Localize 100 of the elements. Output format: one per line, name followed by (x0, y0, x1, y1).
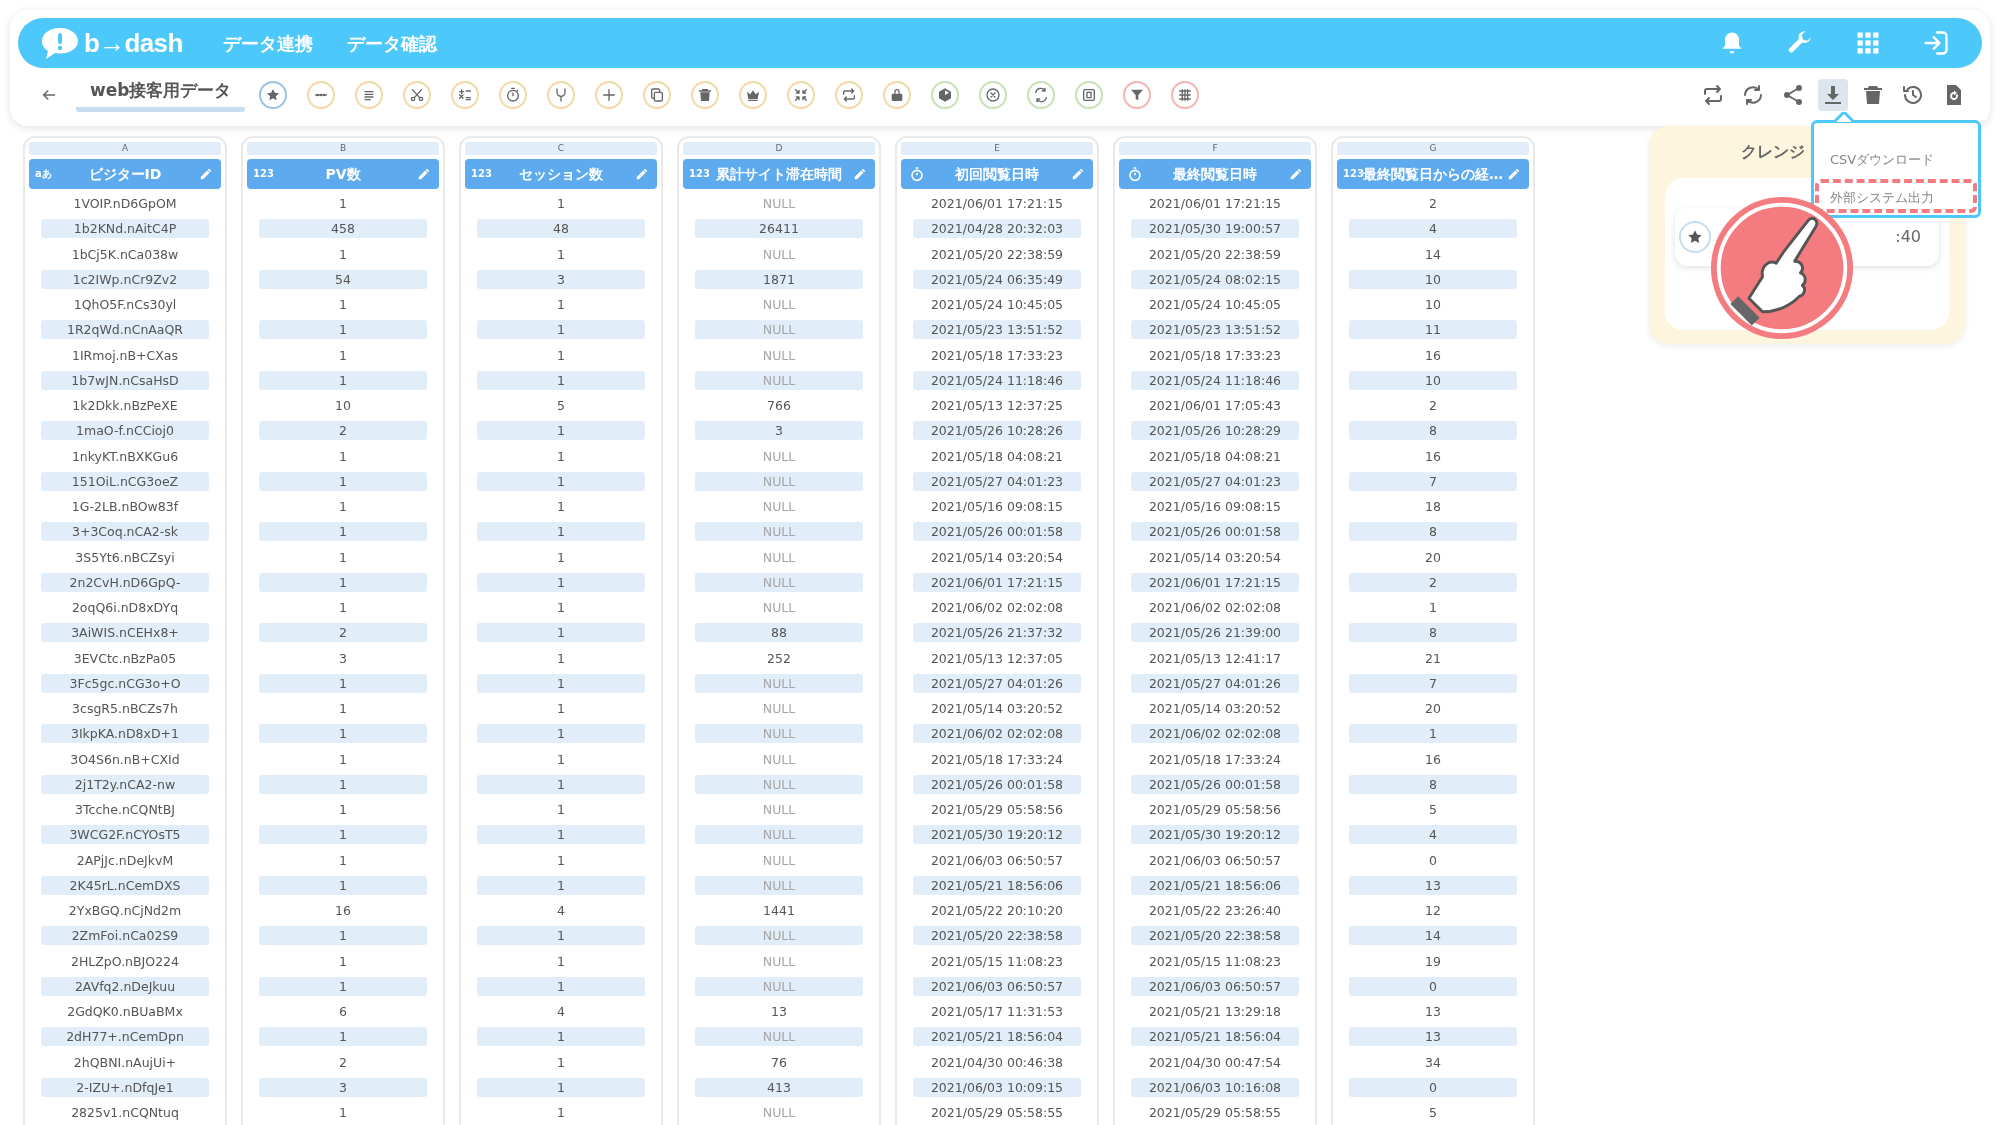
table-cell: 10 (1349, 269, 1517, 289)
table-cell: 1 (477, 825, 645, 845)
column-letter[interactable]: B (247, 142, 439, 155)
lock-tool-button[interactable] (883, 81, 912, 109)
table-cell: 1 (477, 774, 645, 794)
table-cell: 1b7wJN.nCsaHsD (41, 370, 209, 390)
collapse-tool-button[interactable] (787, 81, 816, 109)
column-header[interactable]: 123 累計サイト滞在時間 (683, 159, 875, 189)
table-cell: 1 (477, 875, 645, 895)
x-circle-tool-button[interactable] (979, 81, 1008, 109)
table-cell-text: 16 (1424, 447, 1442, 466)
table-cell: NULL (695, 1027, 863, 1047)
app-logo[interactable]: b→dash (84, 23, 183, 63)
table-cell: 0 (1349, 976, 1517, 996)
trash-tool-button[interactable] (691, 81, 720, 109)
table-cell-text: 1 (556, 750, 566, 769)
table-cell-text: 766 (766, 397, 792, 416)
table-cell-text: 2 (1428, 195, 1438, 214)
table-cell-text: 2021/05/22 20:10:20 (929, 902, 1065, 921)
table-cell-text: 2021/05/22 23:26:40 (1147, 902, 1283, 921)
nav-link[interactable]: データ連携 (222, 29, 313, 57)
sync-icon (1741, 83, 1765, 107)
table-cell-text: 1k2Dkk.nBzPeXE (71, 397, 179, 416)
table-cell-text: 1 (338, 750, 348, 769)
table-cell: 2021/05/21 18:56:06 (1131, 875, 1299, 895)
math-icon (457, 87, 474, 103)
fork-tool-button[interactable] (547, 81, 576, 109)
table-cell: 2021/05/30 19:00:57 (1131, 219, 1299, 239)
scissors-tool-button[interactable] (403, 81, 432, 109)
table-cell-text: 5 (1428, 1104, 1438, 1123)
table-cell-text: 20 (1424, 700, 1442, 719)
repeat-tool-button[interactable] (835, 81, 864, 109)
table-cell-text: 2hQBNI.nAujUi+ (72, 1053, 178, 1072)
column-letter[interactable]: C (465, 142, 657, 155)
table-cell: 2021/05/27 04:01:23 (1131, 471, 1299, 491)
table-cell: 1 (477, 370, 645, 390)
table-cell-text: 1 (556, 952, 566, 971)
menu-item[interactable]: CSVダウンロード (1815, 141, 1977, 175)
table-cell: 1maO-f.nCCioj0 (41, 421, 209, 441)
column-header[interactable]: 初回閲覧日時 (901, 159, 1093, 189)
table-cell: 2K45rL.nCemDXS (41, 875, 209, 895)
table-grid-tool-button[interactable] (1171, 81, 1200, 109)
column-title: ビジターID (88, 164, 162, 184)
list-tool-button[interactable] (355, 81, 384, 109)
square-tool-button[interactable] (1075, 81, 1104, 109)
history-icon (1901, 83, 1925, 107)
table-cell: 2ZmFoi.nCa02S9 (41, 926, 209, 946)
plus-tool-button[interactable] (595, 81, 624, 109)
column-header[interactable]: 123 セッション数 (465, 159, 657, 189)
star-tool-button[interactable] (259, 81, 288, 109)
type-label: aあ (35, 167, 52, 181)
box-tool-button[interactable] (931, 81, 960, 109)
table-cell: NULL (695, 976, 863, 996)
column-letter[interactable]: D (683, 142, 875, 155)
table-cell-text: 2021/05/18 17:33:24 (1147, 750, 1283, 769)
nav-link[interactable]: データ確認 (346, 29, 437, 57)
table-cell: 2021/05/26 10:28:26 (913, 421, 1081, 441)
table-cell: 2021/05/23 13:51:52 (1131, 320, 1299, 340)
table-cell: 7 (1349, 471, 1517, 491)
stopwatch-tool-button[interactable] (499, 81, 528, 109)
table-cell: 1 (259, 1027, 427, 1047)
table-cell-text: 1 (1428, 599, 1438, 618)
table-cell-text: 1 (556, 851, 566, 870)
table-cell-text: 2021/06/01 17:21:15 (1147, 195, 1283, 214)
column-header[interactable]: 最終閲覧日時 (1119, 159, 1311, 189)
table-cell-text: 2021/06/03 06:50:57 (1147, 851, 1283, 870)
download-button[interactable] (1818, 79, 1848, 111)
table-cell: 8 (1349, 774, 1517, 794)
table-cell-text: 2021/05/29 05:58:56 (929, 801, 1065, 820)
table-cell: 14 (1349, 926, 1517, 946)
copy-tool-button[interactable] (643, 81, 672, 109)
table-cell: 1 (477, 572, 645, 592)
table-cell: 3Fc5gc.nCG3o+O (41, 673, 209, 693)
column-letter[interactable]: A (29, 142, 221, 155)
column-header[interactable]: aあ ビジターID (29, 159, 221, 189)
table-cell-text: 1 (556, 649, 566, 668)
table-cell: 413 (695, 1077, 863, 1097)
swap-tool-button[interactable] (1027, 81, 1056, 109)
data-tab[interactable]: web接客用データ (76, 77, 246, 113)
table-cell-text: 1G-2LB.nBOw83f (70, 498, 180, 517)
column-title: 最終閲覧日時 (1173, 164, 1257, 184)
math-tool-button[interactable] (451, 81, 480, 109)
table-cell-text: NULL (761, 801, 797, 820)
table-cell: 0 (1349, 1077, 1517, 1097)
table-cell: 13 (1349, 875, 1517, 895)
column-header[interactable]: 123最終閲覧日からの経… (1337, 159, 1529, 189)
column-header[interactable]: 123 PV数 (247, 159, 439, 189)
dotted-line-tool-button[interactable] (307, 81, 336, 109)
crown-tool-button[interactable] (739, 81, 768, 109)
table-cell: 1 (477, 926, 645, 946)
table-cell: 1 (259, 471, 427, 491)
table-cell: 7 (1349, 673, 1517, 693)
column-letter[interactable]: F (1119, 142, 1311, 155)
column-letter[interactable]: G (1337, 142, 1529, 155)
table-cell: 1 (477, 522, 645, 542)
filter-tool-button[interactable] (1123, 81, 1152, 109)
table-cell: NULL (695, 522, 863, 542)
table-cell-text: 2021/05/18 17:33:23 (929, 346, 1065, 365)
table-cell-text: 21 (1424, 649, 1442, 668)
column-letter[interactable]: E (901, 142, 1093, 155)
